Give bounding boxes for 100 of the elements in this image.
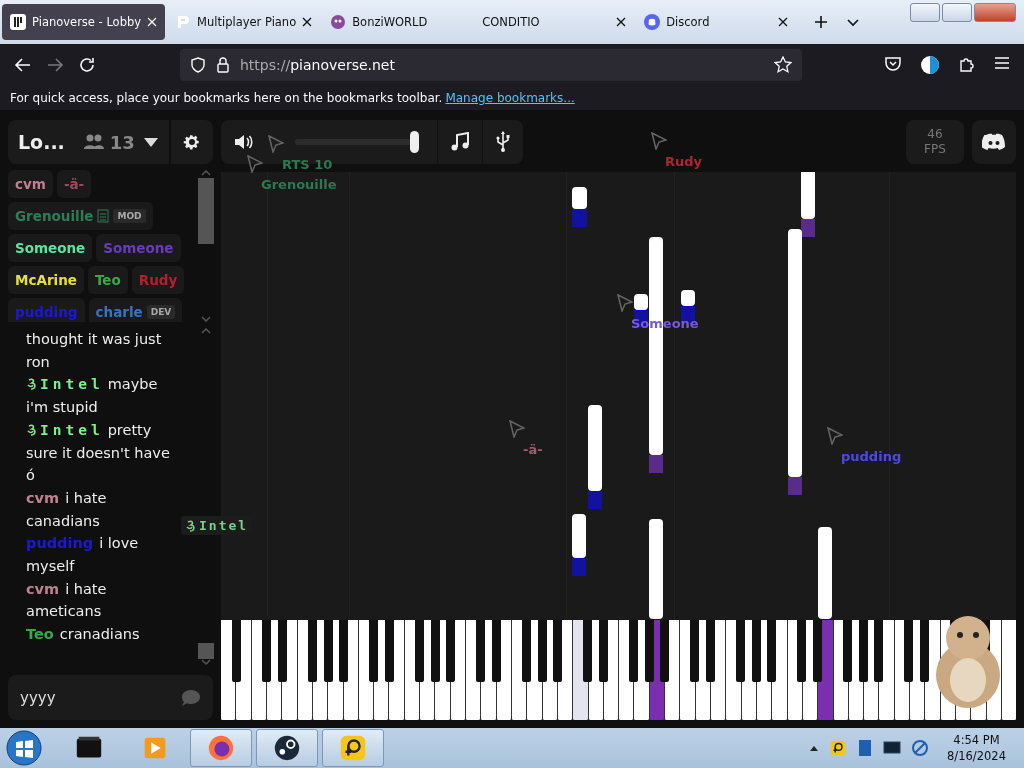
browser-tab[interactable]: Multiplayer Piano — [167, 4, 321, 40]
pocket-icon[interactable] — [884, 55, 902, 73]
taskbar-button[interactable] — [322, 729, 384, 767]
taskbar-button[interactable] — [256, 729, 318, 767]
user-chip[interactable]: McArine — [8, 266, 84, 294]
sharp-key[interactable] — [491, 620, 501, 682]
sharp-key[interactable] — [904, 620, 914, 682]
clock-date[interactable]: 8/16/2024 — [947, 748, 1006, 764]
browser-tab[interactable]: Pianoverse - Lobby — [2, 4, 166, 40]
browser-tab[interactable]: CONDITIO — [474, 4, 635, 40]
user-chip[interactable]: Teo — [87, 266, 128, 294]
chat-username[interactable]: Teo — [26, 626, 54, 643]
sharp-key[interactable] — [858, 620, 868, 682]
sharp-key[interactable] — [644, 620, 654, 682]
cursor-label: -ä- — [522, 441, 544, 458]
plus-icon[interactable] — [814, 15, 829, 29]
tray-book-icon[interactable] — [857, 739, 874, 757]
music-note-icon[interactable] — [450, 132, 470, 152]
puzzle-icon[interactable] — [958, 55, 976, 73]
back-icon[interactable] — [14, 56, 32, 74]
tray-expand-icon[interactable] — [809, 744, 820, 752]
sharp-key[interactable] — [705, 620, 715, 682]
sharp-key[interactable] — [766, 620, 776, 682]
chat-username[interactable]: Intel — [40, 421, 104, 438]
scroll-up-icon[interactable] — [201, 328, 211, 334]
sharp-key[interactable] — [629, 620, 639, 682]
taskbar-button[interactable] — [190, 729, 252, 767]
discord-button[interactable] — [972, 120, 1016, 164]
settings-button[interactable] — [170, 120, 213, 164]
forward-icon[interactable] — [46, 56, 64, 74]
user-name: Rudy — [138, 272, 178, 288]
sharp-key[interactable] — [308, 620, 318, 682]
sharp-key[interactable] — [751, 620, 761, 682]
sharp-key[interactable] — [873, 620, 883, 682]
reload-icon[interactable] — [78, 56, 96, 74]
scroll-down-icon[interactable] — [201, 316, 211, 322]
dropdown-caret-icon[interactable] — [142, 136, 159, 148]
cursor-label: Grenouille — [260, 176, 338, 193]
sharp-key[interactable] — [476, 620, 486, 682]
sharp-key[interactable] — [430, 620, 440, 682]
tray-app-icon[interactable] — [829, 739, 848, 757]
restore-button[interactable] — [942, 3, 972, 22]
close-icon[interactable] — [302, 17, 313, 27]
sharp-key[interactable] — [384, 620, 394, 682]
sharp-key[interactable] — [262, 620, 272, 682]
sharp-key[interactable] — [843, 620, 853, 682]
user-chip[interactable]: cvm — [8, 170, 53, 198]
volume-slider[interactable] — [295, 131, 419, 153]
sharp-key[interactable] — [919, 620, 929, 682]
sharp-key[interactable] — [277, 620, 287, 682]
sharp-key[interactable] — [445, 620, 455, 682]
monitor-icon[interactable] — [883, 740, 902, 756]
sharp-key[interactable] — [522, 620, 532, 682]
usb-icon[interactable] — [495, 131, 511, 153]
manage-bookmarks-link[interactable]: Manage bookmarks... — [445, 91, 575, 105]
user-chip[interactable]: Grenouille MOD — [8, 202, 153, 230]
menu-icon[interactable] — [994, 55, 1010, 71]
close-icon[interactable] — [616, 17, 627, 27]
sharp-key[interactable] — [812, 620, 822, 682]
sharp-key[interactable] — [736, 620, 746, 682]
scroll-up-icon[interactable] — [201, 170, 211, 176]
user-count: 13 — [109, 131, 135, 153]
user-chip[interactable]: charle DEV — [88, 298, 183, 322]
close-icon[interactable] — [778, 17, 789, 27]
sharp-key[interactable] — [552, 620, 562, 682]
star-icon[interactable] — [774, 56, 792, 74]
sharp-key[interactable] — [690, 620, 700, 682]
cursor-label: pudding — [840, 448, 903, 465]
sharp-key[interactable] — [583, 620, 593, 682]
chat-username[interactable]: cvm — [26, 489, 60, 506]
browser-tab[interactable]: Discord — [636, 4, 797, 40]
chat-username[interactable]: cvm — [26, 580, 60, 597]
chat-username[interactable]: Intel — [40, 376, 104, 393]
message-input-field[interactable]: yyyy — [20, 684, 181, 711]
cursor-label: Someone — [630, 315, 700, 332]
sharp-key[interactable] — [598, 620, 608, 682]
scroll-down-icon[interactable] — [201, 659, 211, 665]
sharp-key[interactable] — [797, 620, 807, 682]
extension-circle-icon[interactable] — [920, 55, 940, 75]
sharp-key[interactable] — [323, 620, 333, 682]
start-orb-icon[interactable] — [6, 730, 42, 766]
room-name[interactable]: Lo... — [18, 131, 65, 153]
sharp-key[interactable] — [338, 620, 348, 682]
clock-time[interactable]: 4:54 PM — [953, 732, 1000, 748]
remote-desktop-icon — [338, 733, 368, 763]
user-chip[interactable]: Someone — [8, 234, 93, 262]
scrollbar-thumb[interactable] — [198, 178, 214, 244]
address-bar[interactable]: https://pianoverse.net — [180, 49, 802, 81]
sharp-key[interactable] — [369, 620, 379, 682]
scrollbar-thumb[interactable] — [198, 643, 214, 659]
sharp-key[interactable] — [231, 620, 241, 682]
sharp-key[interactable] — [415, 620, 425, 682]
volume-slider-thumb[interactable] — [410, 131, 419, 153]
chat-input-box[interactable]: yyyy — [8, 675, 213, 720]
minimize-button[interactable] — [910, 3, 940, 22]
sharp-key[interactable] — [537, 620, 547, 682]
swirl-glyph-icon — [26, 422, 38, 437]
browser-tab[interactable]: BonziWORLD — [322, 4, 473, 40]
volume-icon[interactable] — [233, 133, 253, 151]
network-icon[interactable] — [911, 739, 930, 757]
